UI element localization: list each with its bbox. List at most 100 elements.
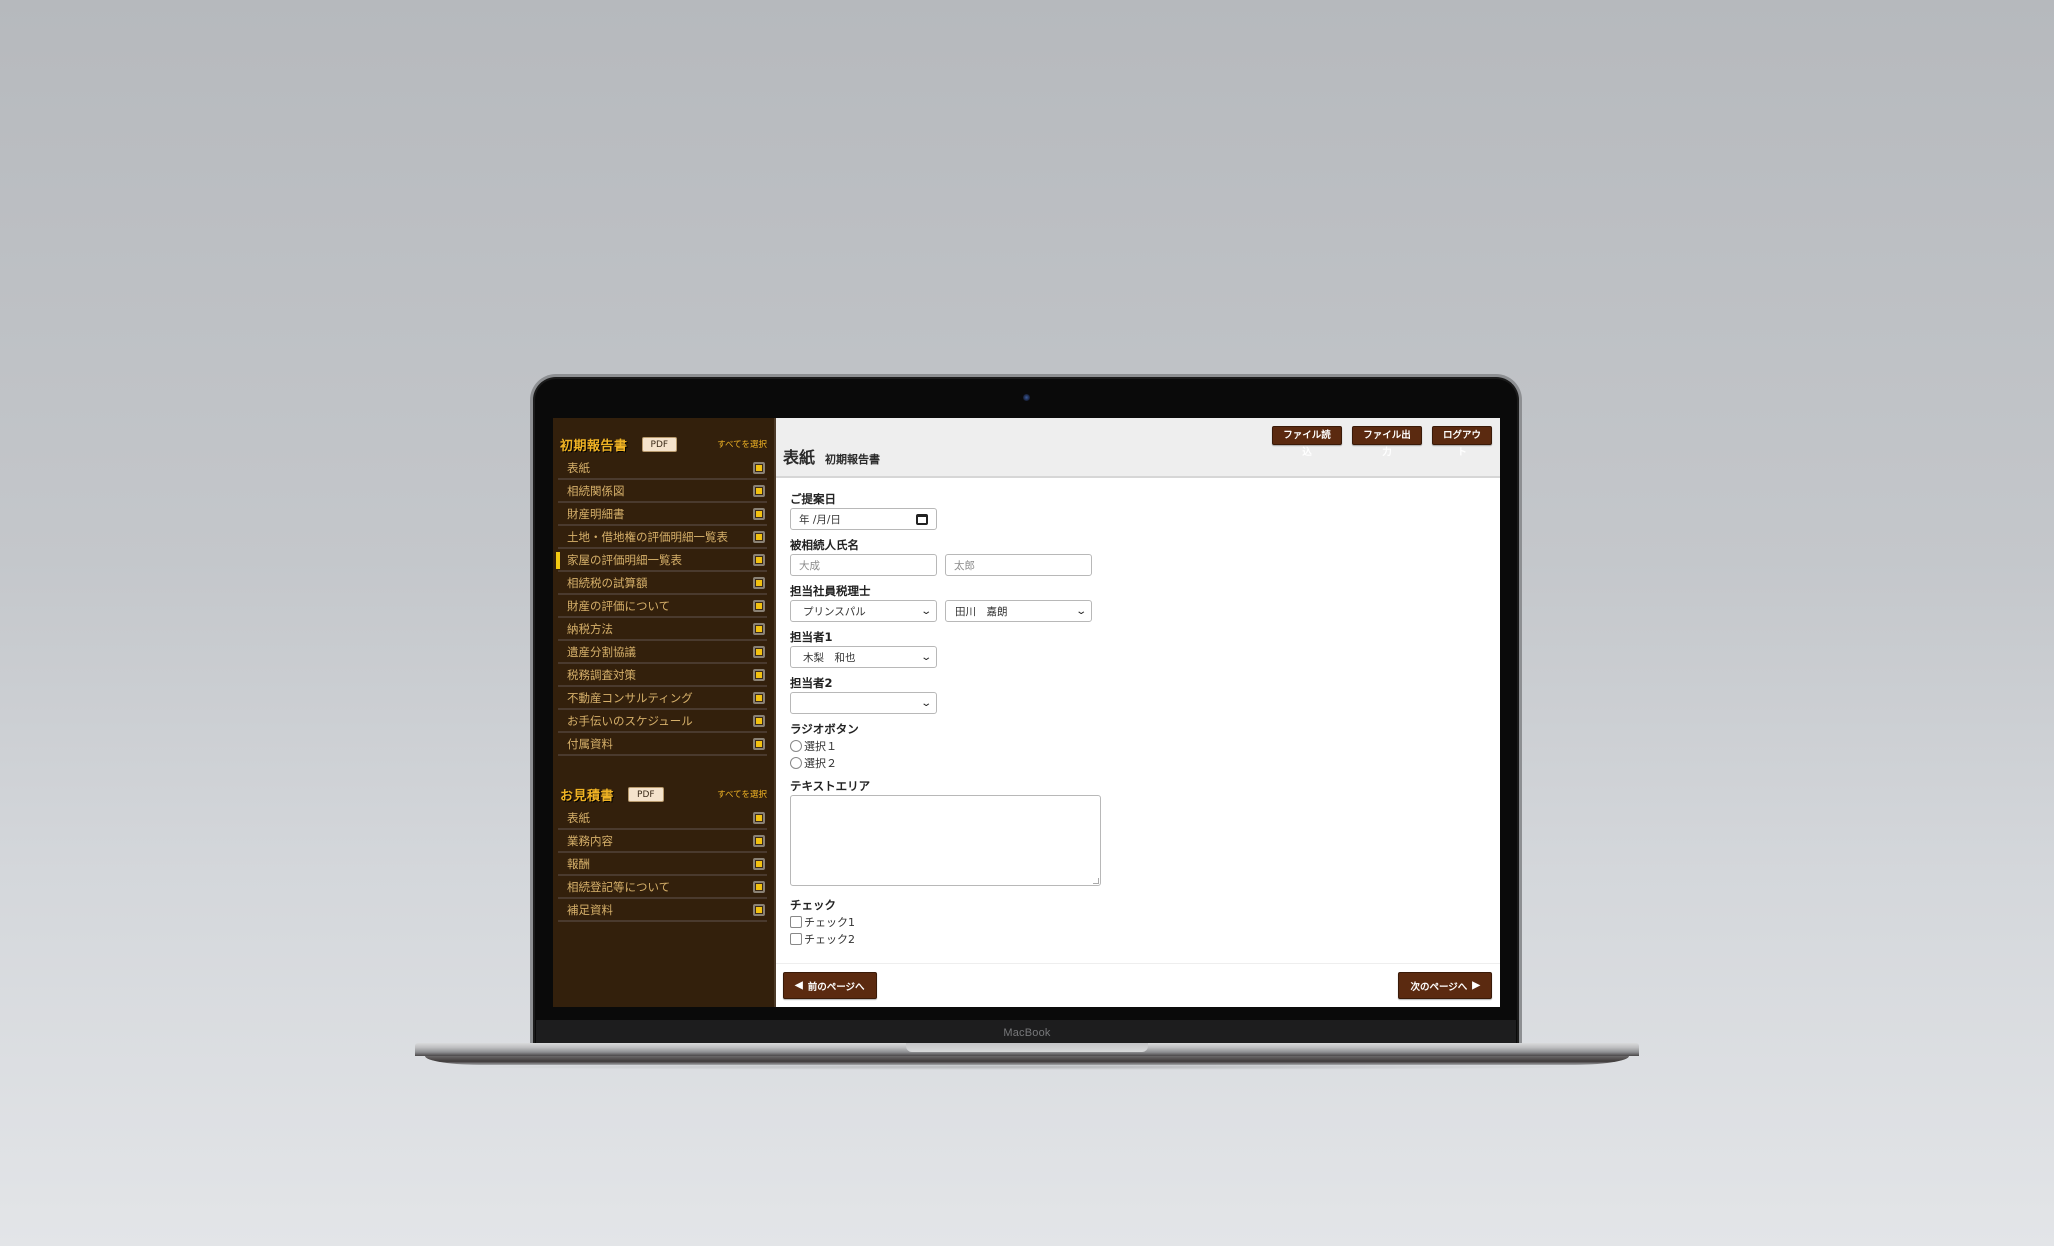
file-import-button[interactable]: ファイル読込 — [1272, 426, 1342, 458]
staff1-select[interactable]: 木梨 和也 ⌄ — [790, 646, 937, 668]
sidebar-item[interactable]: 付属資料 — [558, 733, 767, 756]
text-area[interactable] — [790, 795, 1101, 886]
sidebar-item[interactable]: 財産明細書 — [558, 503, 767, 526]
sidebar-section-initial-report: 初期報告書 PDF すべてを選択 表紙相続関係図 財産明細書 土地・借地権の評価明細… — [556, 434, 767, 756]
sidebar-item-label: 相続登記等について — [567, 879, 671, 894]
section-title: 初期報告書 — [560, 438, 628, 454]
radio-option-1[interactable]: 選択１ — [790, 737, 1486, 754]
sidebar-item-checkbox[interactable] — [753, 880, 765, 893]
sidebar-item[interactable]: 税務調査対策 — [558, 664, 767, 687]
first-name-input[interactable]: 太郎 — [945, 554, 1092, 576]
staff1-field: 担当者1 木梨 和也 ⌄ — [790, 630, 1486, 668]
sidebar-item[interactable]: 土地・借地権の評価明細一覧表 — [558, 526, 767, 549]
sidebar-item-checkbox[interactable] — [753, 576, 765, 589]
sidebar-item-checkbox[interactable] — [753, 811, 765, 824]
next-page-button[interactable]: 次のページへ ▶ — [1398, 972, 1492, 999]
field-label: ラジオボタン — [790, 722, 859, 736]
sidebar-item[interactable]: 報酬 — [558, 853, 767, 876]
pdf-button[interactable]: PDF — [641, 436, 678, 452]
check-option-1[interactable]: チェック1 — [790, 913, 1486, 930]
select-value: プリンスパル — [803, 605, 866, 618]
field-label: 担当者2 — [790, 676, 833, 690]
sidebar-item-checkbox[interactable] — [753, 903, 765, 916]
sidebar-item[interactable]: 財産の評価について — [558, 595, 767, 618]
sidebar-item-checkbox[interactable] — [753, 645, 765, 658]
radio-button[interactable] — [790, 756, 802, 769]
sidebar-item-checkbox[interactable] — [753, 668, 765, 681]
sidebar-item-checkbox[interactable] — [753, 461, 765, 474]
sidebar-item-checkbox[interactable] — [753, 507, 765, 520]
textarea-field: テキストエリア — [790, 779, 1486, 886]
checkbox[interactable] — [790, 932, 802, 945]
tax-accountant-select-1[interactable]: プリンスパル ⌄ — [790, 600, 937, 622]
select-all-link[interactable]: すべてを選択 — [717, 438, 767, 450]
calendar-icon[interactable] — [916, 513, 928, 525]
sidebar-item-label: 表紙 — [567, 460, 590, 475]
sidebar-item[interactable]: 表紙 — [558, 807, 767, 830]
check-field: チェック チェック1 チェック2 — [790, 898, 1486, 947]
prev-page-label: 前のページへ — [807, 981, 865, 993]
staff2-select[interactable]: ⌄ — [790, 692, 937, 714]
sidebar-item[interactable]: お手伝いのスケジュール — [558, 710, 767, 733]
checkbox-label: チェック2 — [804, 932, 855, 946]
tax-accountant-select-2[interactable]: 田川 嘉朗 ⌄ — [945, 600, 1092, 622]
last-name-input[interactable]: 大成 — [790, 554, 937, 576]
laptop-base-notch — [906, 1043, 1148, 1052]
sidebar-item-checkbox[interactable] — [753, 834, 765, 847]
check-option-2[interactable]: チェック2 — [790, 930, 1486, 947]
sidebar-item-label: 相続税の試算額 — [567, 575, 648, 590]
logout-button[interactable]: ログアウト — [1432, 426, 1492, 458]
sidebar-item[interactable]: 相続税の試算額 — [558, 572, 767, 595]
triangle-left-icon: ◀ — [795, 980, 803, 991]
sidebar-item-checkbox[interactable] — [753, 691, 765, 704]
proposal-date-input[interactable]: 年 /月/日 — [790, 508, 937, 530]
radio-option-2[interactable]: 選択２ — [790, 754, 1486, 771]
sidebar-item-label: 家屋の評価明細一覧表 — [567, 552, 682, 567]
sidebar-item-checkbox[interactable] — [753, 737, 765, 750]
sidebar-item-label: 不動産コンサルティング — [567, 690, 693, 705]
sidebar-item[interactable]: 家屋の評価明細一覧表 — [556, 549, 767, 572]
sidebar-item-checkbox[interactable] — [753, 530, 765, 543]
chevron-down-icon: ⌄ — [919, 697, 932, 709]
laptop-shadow — [440, 1064, 1614, 1070]
prev-page-button[interactable]: ◀ 前のページへ — [783, 972, 877, 999]
sidebar-item-label: 税務調査対策 — [567, 667, 636, 682]
sidebar-item[interactable]: 補足資料 — [558, 899, 767, 922]
checkbox[interactable] — [790, 915, 802, 928]
file-export-button[interactable]: ファイル出力 — [1352, 426, 1422, 458]
main-panel: 表紙 初期報告書 ファイル読込 ファイル出力 ログアウト ご提案日 年 /月/日 — [776, 418, 1500, 1007]
pdf-button[interactable]: PDF — [628, 786, 664, 802]
sidebar-item[interactable]: 業務内容 — [558, 830, 767, 853]
sidebar-item-label: 付属資料 — [567, 736, 613, 751]
select-value: 田川 嘉朗 — [955, 605, 1008, 618]
sidebar-item-label: 表紙 — [567, 810, 590, 825]
page-title: 表紙 初期報告書 — [783, 444, 880, 468]
page-subtitle: 初期報告書 — [825, 453, 881, 466]
sidebar-item[interactable]: 遺産分割協議 — [558, 641, 767, 664]
radio-button[interactable] — [790, 739, 802, 752]
sidebar-item-checkbox[interactable] — [753, 857, 765, 870]
sidebar-item[interactable]: 相続関係図 — [558, 480, 767, 503]
sidebar-item[interactable]: 不動産コンサルティング — [558, 687, 767, 710]
app-screen: 初期報告書 PDF すべてを選択 表紙 相続関係図 財産明細書 土地・借地権の評価明細… — [553, 418, 1500, 1007]
sidebar-item-checkbox[interactable] — [753, 553, 765, 566]
section-header: 初期報告書 PDF すべてを選択 — [558, 434, 767, 454]
header-actions: ファイル読込 ファイル出力 ログアウト — [1272, 426, 1492, 458]
sidebar-item-checkbox[interactable] — [753, 714, 765, 727]
field-label: 担当社員税理士 — [790, 584, 871, 598]
radio-label: 選択２ — [804, 756, 837, 770]
sidebar-item-checkbox[interactable] — [753, 484, 765, 497]
sidebar-item-label: 業務内容 — [567, 833, 613, 848]
page-header: 表紙 初期報告書 ファイル読込 ファイル出力 ログアウト — [776, 418, 1500, 478]
page-footer: ◀ 前のページへ 次のページへ ▶ — [776, 963, 1500, 1007]
select-all-link[interactable]: すべてを選択 — [717, 788, 767, 800]
sidebar-item[interactable]: 納税方法 — [558, 618, 767, 641]
sidebar-item-checkbox[interactable] — [753, 599, 765, 612]
sidebar-item-checkbox[interactable] — [753, 622, 765, 635]
proposal-date-field: ご提案日 年 /月/日 — [790, 492, 1486, 530]
sidebar-item-label: 報酬 — [567, 856, 590, 871]
page-title-text: 表紙 — [783, 448, 816, 467]
sidebar-item[interactable]: 表紙 — [558, 457, 767, 480]
sidebar-item[interactable]: 相続登記等について — [558, 876, 767, 899]
chevron-down-icon: ⌄ — [1074, 605, 1087, 617]
